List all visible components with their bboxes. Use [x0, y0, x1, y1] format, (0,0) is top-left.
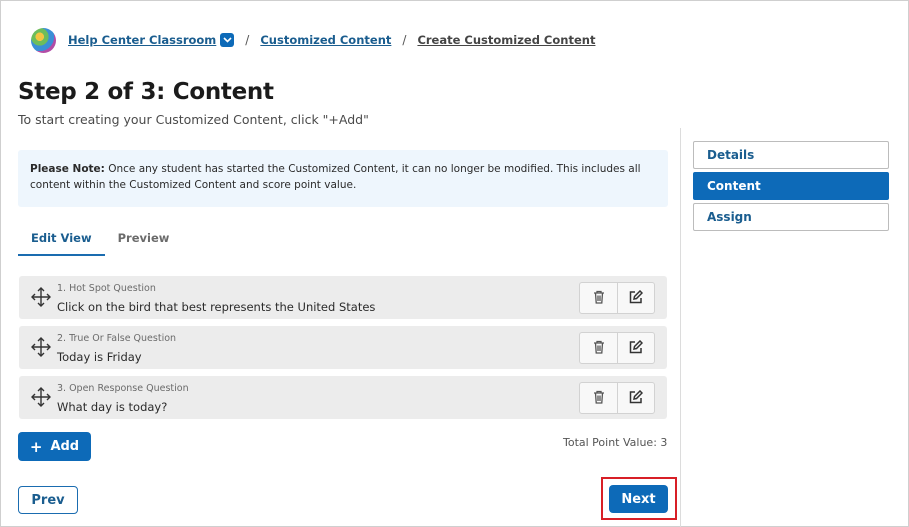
step-assign[interactable]: Assign — [693, 203, 889, 231]
total-point-value: Total Point Value: 3 — [563, 436, 668, 449]
step-details[interactable]: Details — [693, 141, 889, 169]
question-row[interactable]: 2. True Or False Question Today is Frida… — [19, 326, 667, 369]
trash-icon — [593, 289, 605, 308]
question-type: 1. Hot Spot Question — [57, 283, 156, 294]
delete-button[interactable] — [580, 383, 617, 413]
breadcrumb-class-link[interactable]: Help Center Classroom — [68, 33, 216, 47]
question-type: 3. Open Response Question — [57, 383, 189, 394]
tab-edit-view[interactable]: Edit View — [18, 226, 105, 256]
breadcrumb-separator: / — [402, 33, 407, 47]
plus-icon: + — [29, 437, 43, 456]
question-text: Click on the bird that best represents t… — [57, 300, 376, 314]
note-label: Please Note: — [30, 163, 105, 175]
prev-button[interactable]: Prev — [18, 486, 78, 514]
vertical-divider — [680, 128, 681, 527]
please-note-box: Please Note: Once any student has starte… — [18, 150, 668, 207]
step-content[interactable]: Content — [693, 172, 889, 200]
view-tabs: Edit View Preview — [18, 226, 182, 256]
question-row[interactable]: 1. Hot Spot Question Click on the bird t… — [19, 276, 667, 319]
next-button[interactable]: Next — [609, 485, 668, 513]
chevron-down-icon[interactable] — [220, 33, 235, 47]
question-text: Today is Friday — [57, 350, 142, 364]
question-actions — [579, 382, 655, 414]
breadcrumb-separator: / — [245, 33, 250, 47]
question-text: What day is today? — [57, 400, 168, 414]
delete-button[interactable] — [580, 333, 617, 363]
move-arrows-icon[interactable] — [31, 337, 51, 357]
question-row[interactable]: 3. Open Response Question What day is to… — [19, 376, 667, 419]
delete-button[interactable] — [580, 283, 617, 313]
edit-icon — [629, 339, 644, 358]
question-actions — [579, 332, 655, 364]
note-text: Once any student has started the Customi… — [30, 163, 641, 191]
question-actions — [579, 282, 655, 314]
question-type: 2. True Or False Question — [57, 333, 177, 344]
breadcrumb-current[interactable]: Create Customized Content — [417, 33, 595, 47]
breadcrumb-section-link[interactable]: Customized Content — [260, 33, 391, 47]
page-subtitle: To start creating your Customized Conten… — [18, 112, 369, 127]
trash-icon — [593, 389, 605, 408]
add-button-label: Add — [50, 439, 80, 454]
class-avatar — [31, 27, 56, 53]
tab-preview[interactable]: Preview — [105, 226, 183, 256]
breadcrumb: Help Center Classroom / Customized Conte… — [31, 27, 595, 53]
move-arrows-icon[interactable] — [31, 287, 51, 307]
add-button[interactable]: + Add — [18, 432, 91, 461]
edit-icon — [629, 389, 644, 408]
edit-button[interactable] — [617, 283, 654, 313]
page-title: Step 2 of 3: Content — [18, 79, 274, 105]
edit-button[interactable] — [617, 383, 654, 413]
edit-button[interactable] — [617, 333, 654, 363]
trash-icon — [593, 339, 605, 358]
move-arrows-icon[interactable] — [31, 387, 51, 407]
edit-icon — [629, 289, 644, 308]
